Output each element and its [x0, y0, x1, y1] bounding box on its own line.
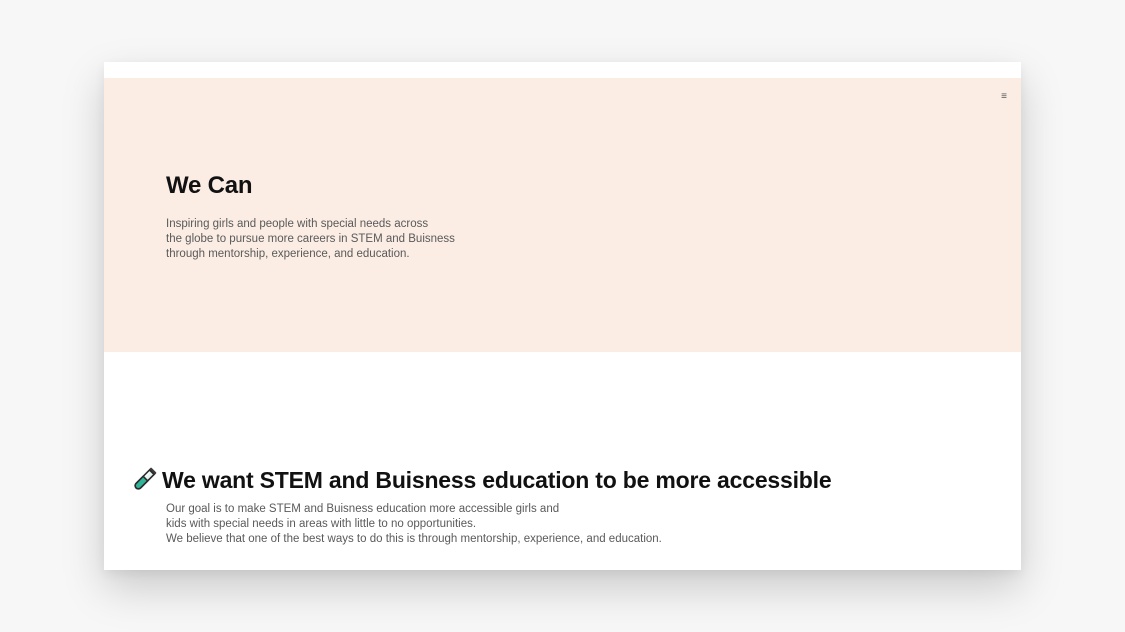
accessibility-section: We want STEM and Buisness education to b… — [104, 352, 1021, 570]
hamburger-menu-icon[interactable]: ≡ — [999, 92, 1009, 102]
page-frame: ≡ We Can Inspiring girls and people with… — [104, 62, 1021, 570]
section-heading: We want STEM and Buisness education to b… — [128, 464, 832, 496]
test-tube-icon — [134, 467, 157, 490]
section-heading-text: We want STEM and Buisness education to b… — [162, 466, 832, 493]
hero-description-line: Inspiring girls and people with special … — [166, 218, 429, 230]
hero-section: ≡ We Can Inspiring girls and people with… — [104, 78, 1021, 352]
section-description-line: kids with special needs in areas with li… — [166, 518, 477, 530]
hero-description-line: the globe to pursue more careers in STEM… — [166, 233, 455, 245]
section-description-line: Our goal is to make STEM and Buisness ed… — [166, 503, 560, 515]
hero-title: We Can — [166, 172, 253, 199]
hero-description-line: through mentorship, experience, and educ… — [166, 248, 410, 260]
top-strip — [104, 62, 1021, 78]
section-description-line: We believe that one of the best ways to … — [166, 533, 662, 545]
section-description: Our goal is to make STEM and Buisness ed… — [166, 502, 662, 547]
hero-description: Inspiring girls and people with special … — [166, 217, 486, 262]
